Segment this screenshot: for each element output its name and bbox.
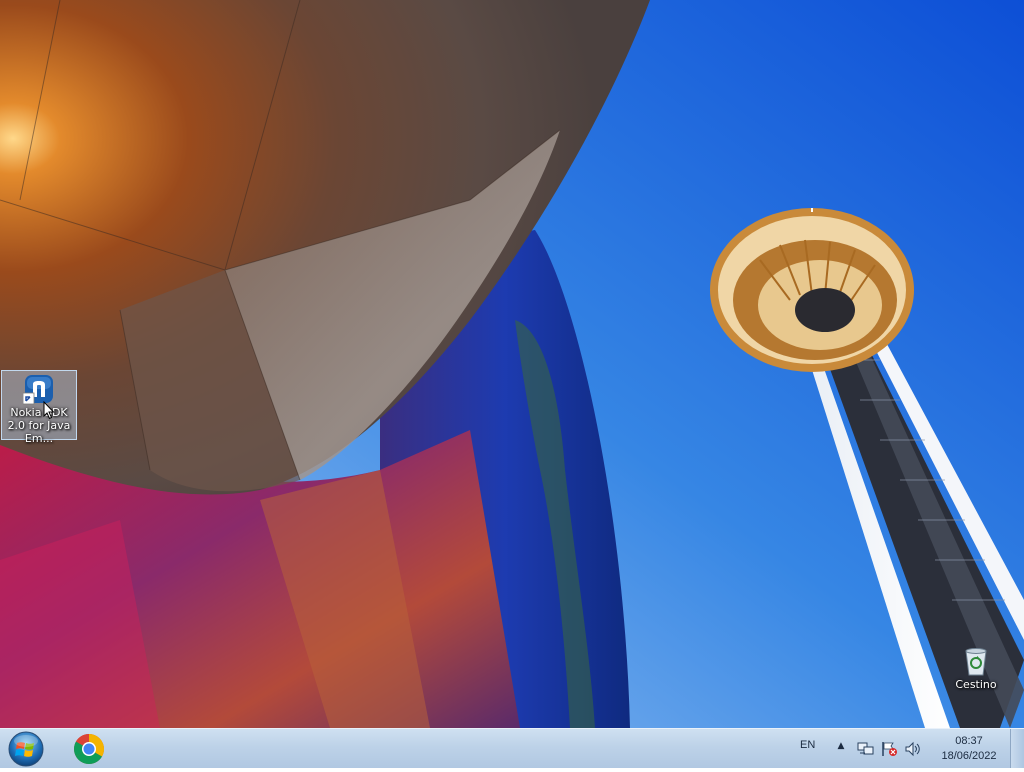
chrome-icon [73,734,105,765]
volume-icon[interactable] [904,741,922,757]
desktop-icon-label: Nokia SDK 2.0 for Java Em... [7,406,71,445]
desktop-icon-recycle-bin[interactable]: Cestino [938,646,1014,700]
taskbar-button-chrome[interactable] [70,731,108,767]
nokia-sdk-icon [22,373,55,405]
desktop[interactable]: Nokia SDK 2.0 for Java Em... Cestino [0,0,1024,728]
start-button[interactable] [6,730,46,768]
system-clock[interactable]: 08:37 18/06/2022 [930,734,1008,764]
clock-date: 18/06/2022 [941,750,997,762]
language-indicator[interactable]: EN [800,739,815,751]
action-center-flag-icon[interactable] [880,741,898,757]
clock-time: 08:37 [955,735,983,747]
show-desktop-button[interactable] [1010,729,1024,768]
network-icon[interactable] [857,741,875,757]
desktop-icon-nokia-sdk[interactable]: Nokia SDK 2.0 for Java Em... [1,370,77,445]
show-hidden-icons-chevron-icon[interactable]: ▲ [835,741,847,753]
desktop-icon-label: Cestino [955,678,997,691]
windows-logo-icon [8,731,44,767]
recycle-bin-icon [962,646,990,676]
taskbar: EN ▲ 08:37 18/06/2022 [0,728,1024,768]
desktop-wallpaper [0,0,1024,728]
